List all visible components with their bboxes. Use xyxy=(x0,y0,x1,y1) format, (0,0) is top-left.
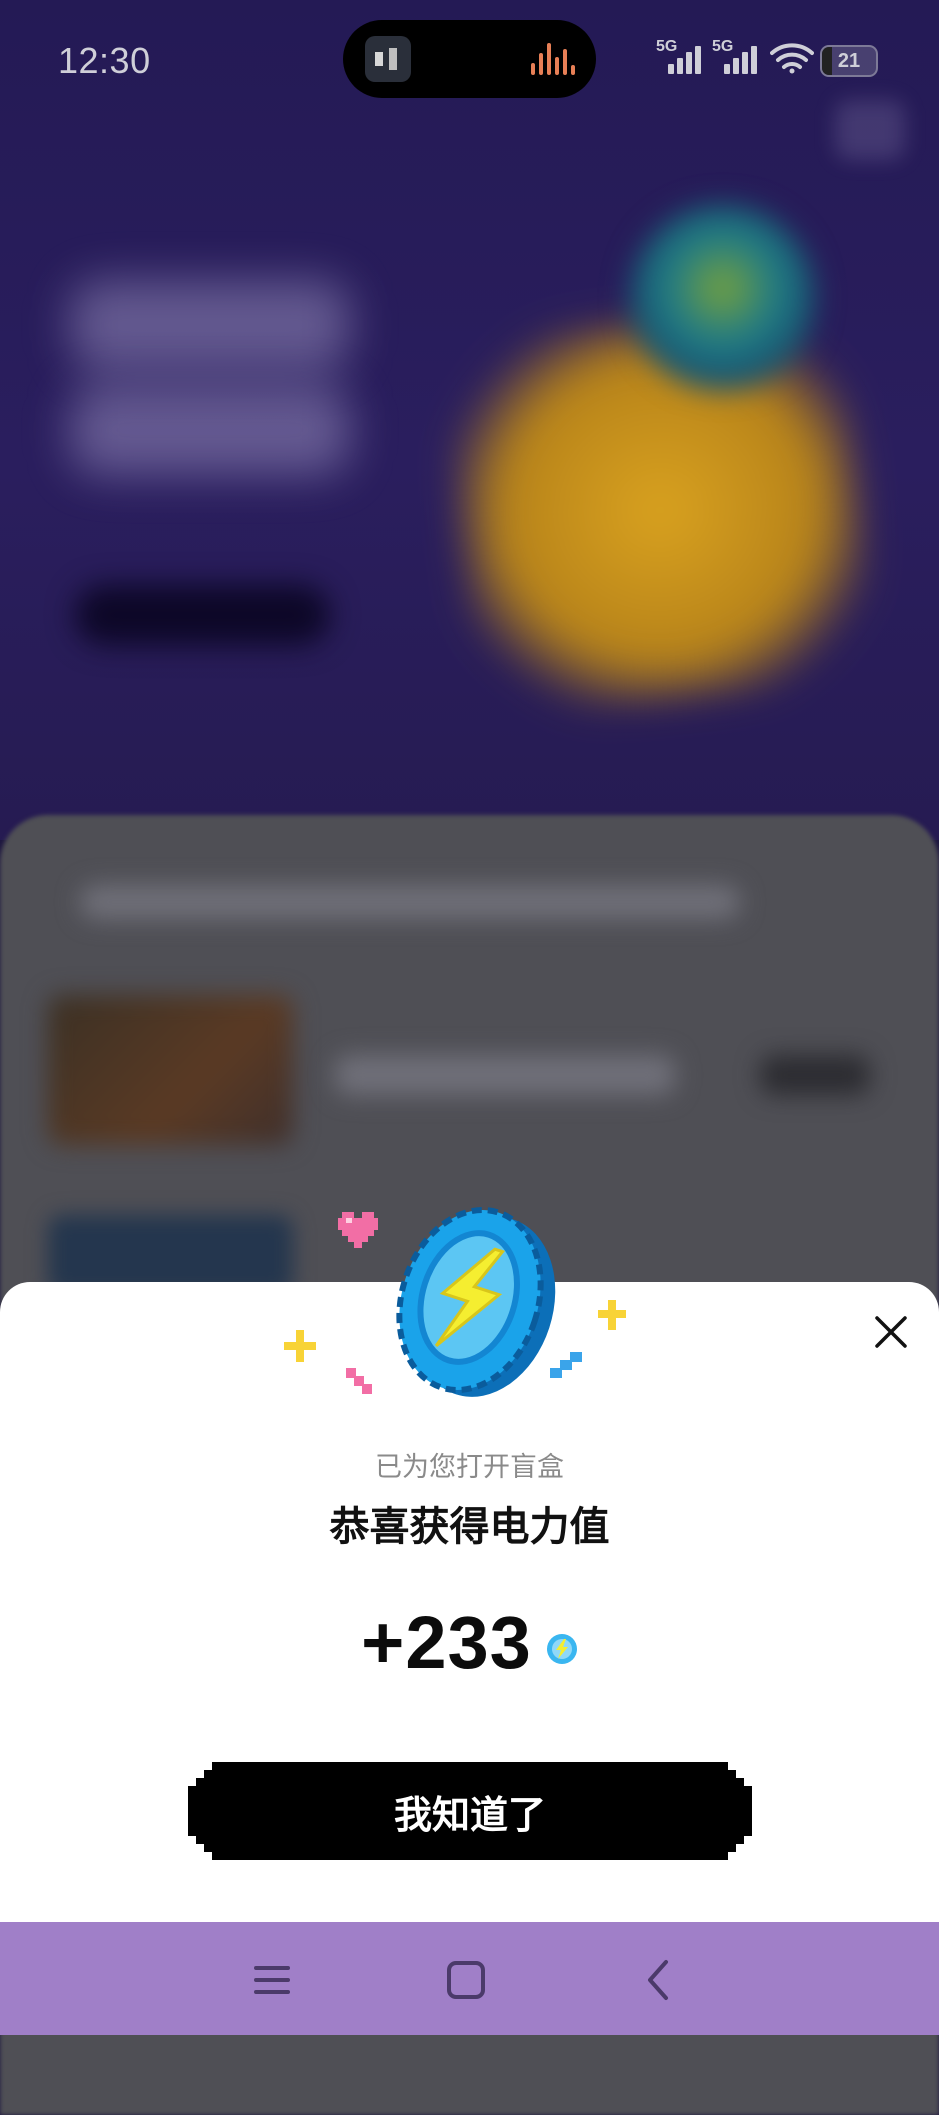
cell-signal-icon: 5G xyxy=(712,38,762,74)
audio-wave-icon xyxy=(531,43,577,75)
signal-label: 5G xyxy=(712,38,734,55)
dialog-subtitle: 已为您打开盲盒 xyxy=(375,1452,564,1482)
confirm-button[interactable]: 我知道了 xyxy=(188,1762,752,1860)
lightning-coin-icon xyxy=(546,1634,577,1664)
close-icon[interactable] xyxy=(871,1312,911,1352)
app-icon xyxy=(365,36,411,82)
battery-level: 21 xyxy=(837,50,861,72)
signal-label: 5G xyxy=(656,38,678,55)
back-icon[interactable] xyxy=(632,1952,688,2008)
battery-icon: 21 xyxy=(820,45,878,77)
system-navigation-bar xyxy=(0,1922,939,2035)
power-coin-icon xyxy=(284,1207,626,1397)
reward-amount: +233 xyxy=(361,1600,532,1684)
menu-icon[interactable] xyxy=(244,1952,300,2008)
status-bar: 12:30 5G 5G 21 xyxy=(0,0,939,120)
heart-icon xyxy=(338,1212,378,1248)
reward-amount-row: +233 xyxy=(0,1600,939,1684)
wifi-icon xyxy=(770,43,814,74)
home-icon[interactable] xyxy=(438,1952,494,2008)
dialog-title: 恭喜获得电力值 xyxy=(329,1505,610,1549)
dynamic-island[interactable] xyxy=(343,20,596,98)
cell-signal-icon: 5G xyxy=(656,38,706,74)
status-time: 12:30 xyxy=(58,40,151,81)
